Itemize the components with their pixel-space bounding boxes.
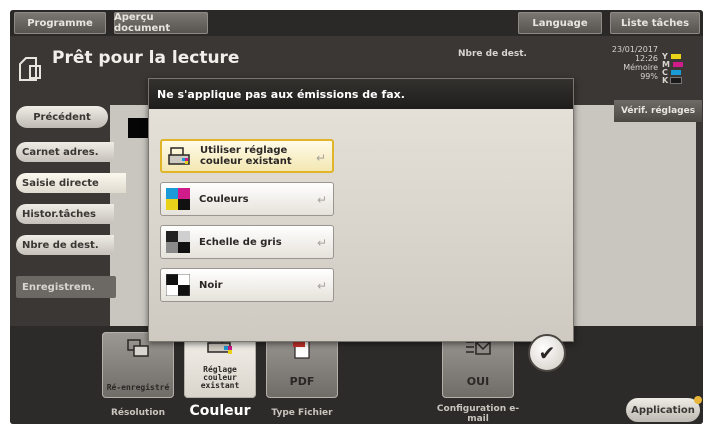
type-fichier-caption: Type Fichier — [271, 408, 333, 418]
color-printer-icon — [168, 147, 190, 165]
option-label: Echelle de gris — [199, 236, 282, 248]
memory-label: Mémoire — [623, 63, 658, 72]
grayscale-icon — [166, 231, 190, 253]
enregistrement-button[interactable]: Enregistrem. — [16, 276, 116, 298]
memory-value: 99% — [640, 72, 658, 81]
cmyk-icon — [166, 188, 190, 210]
verif-reglages-button[interactable]: Vérif. réglages — [614, 100, 702, 122]
configuration-email-caption: Configuration e-mail — [436, 404, 520, 424]
sidebar-item-nbre-dest[interactable]: Nbre de dest. — [16, 235, 114, 255]
sidebar-item-saisie[interactable]: Saisie directe — [16, 173, 126, 193]
option-echelle-gris[interactable]: Echelle de gris ↵ — [160, 225, 334, 259]
liste-taches-button[interactable]: Liste tâches — [610, 12, 700, 34]
color-dialog: Ne s'applique pas aux émissions de fax. … — [148, 78, 574, 342]
toner-levels: Y M C K — [662, 52, 698, 85]
top-bar: Programme Aperçu document Language Liste… — [10, 10, 703, 36]
enter-icon: ↵ — [316, 279, 327, 293]
document-icon — [19, 57, 41, 81]
option-label: Noir — [199, 279, 223, 291]
configuration-email-value: OUI — [466, 375, 490, 388]
resolution-caption: Résolution — [110, 408, 166, 418]
enter-icon: ↵ — [315, 151, 326, 165]
couleur-value: Réglage couleur existant — [200, 365, 240, 390]
ok-checkmark-button[interactable]: ✔ — [528, 334, 566, 372]
black-white-icon — [166, 274, 190, 296]
dialog-body: Utiliser réglage couleur existant ↵ Coule… — [149, 109, 573, 341]
dialog-message: Ne s'applique pas aux émissions de fax. — [149, 79, 573, 109]
resolution-value: Ré-enregistré — [106, 383, 170, 392]
date-text: 23/01/2017 — [611, 45, 658, 54]
device-screen: Programme Aperçu document Language Liste… — [10, 10, 703, 424]
time-text: 12:26 — [634, 54, 658, 63]
language-button[interactable]: Language — [518, 12, 602, 34]
option-label: Couleurs — [199, 193, 249, 205]
enter-icon: ↵ — [316, 193, 327, 207]
sidebar-item-carnet[interactable]: Carnet adres. — [16, 142, 114, 162]
status-info: 23/01/2017 12:26 Mémoire 99% — [598, 45, 658, 81]
notification-dot — [694, 396, 702, 404]
option-couleurs[interactable]: Couleurs ↵ — [160, 182, 334, 216]
option-noir[interactable]: Noir ↵ — [160, 268, 334, 302]
option-reglage-existant[interactable]: Utiliser réglage couleur existant ↵ — [160, 139, 334, 173]
dest-count-label: Nbre de dest. — [458, 49, 527, 59]
sidebar-item-historique[interactable]: Histor.tâches — [16, 204, 114, 224]
enter-icon: ↵ — [316, 236, 327, 250]
programme-button[interactable]: Programme — [14, 12, 106, 34]
apercu-document-button[interactable]: Aperçu document — [114, 12, 208, 34]
couleur-caption: Couleur — [189, 403, 251, 419]
type-fichier-value: PDF — [289, 375, 315, 388]
page-title: Prêt pour la lecture — [52, 48, 240, 68]
application-button[interactable]: Application — [626, 398, 700, 422]
toner-k: K — [662, 76, 698, 85]
option-label: Utiliser réglage couleur existant — [200, 145, 292, 167]
precedent-button[interactable]: Précédent — [16, 106, 108, 128]
